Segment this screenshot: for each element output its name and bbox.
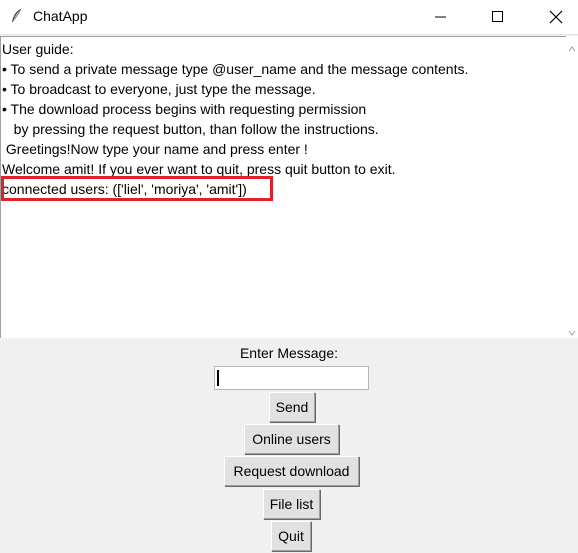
- chat-line: • The download process begins with reque…: [2, 101, 367, 117]
- feather-icon: [8, 7, 26, 25]
- enter-message-label: Enter Message:: [239, 345, 339, 361]
- request-download-button[interactable]: Request download: [224, 456, 359, 486]
- maximize-button[interactable]: [475, 0, 521, 33]
- window-title: ChatApp: [33, 8, 88, 24]
- chat-line: by pressing the request button, than fol…: [2, 121, 379, 137]
- text-caret: [217, 370, 219, 386]
- file-list-button[interactable]: File list: [263, 489, 320, 519]
- maximize-icon: [492, 10, 504, 23]
- close-icon: [549, 10, 563, 24]
- minimize-icon: [435, 11, 447, 23]
- chat-line: Greetings!Now type your name and press e…: [2, 141, 308, 157]
- close-button[interactable]: [533, 0, 578, 33]
- quit-button[interactable]: Quit: [271, 521, 311, 551]
- chat-line: User guide:: [2, 41, 74, 57]
- chat-line: • To broadcast to everyone, just type th…: [2, 81, 316, 97]
- online-users-button[interactable]: Online users: [244, 424, 339, 454]
- scroll-down-icon[interactable]: [568, 324, 576, 336]
- chat-log[interactable]: User guide: • To send a private message …: [0, 36, 566, 338]
- highlight-box: [1, 176, 273, 201]
- vertical-scrollbar[interactable]: [566, 36, 578, 338]
- scroll-up-icon[interactable]: [568, 40, 576, 52]
- title-bar[interactable]: ChatApp: [0, 0, 578, 35]
- chatapp-window: ChatApp User guide: • To send a private …: [0, 0, 578, 553]
- message-input[interactable]: [214, 366, 369, 390]
- chat-line: • To send a private message type @user_n…: [2, 61, 469, 77]
- send-button[interactable]: Send: [269, 392, 315, 422]
- minimize-button[interactable]: [418, 0, 464, 33]
